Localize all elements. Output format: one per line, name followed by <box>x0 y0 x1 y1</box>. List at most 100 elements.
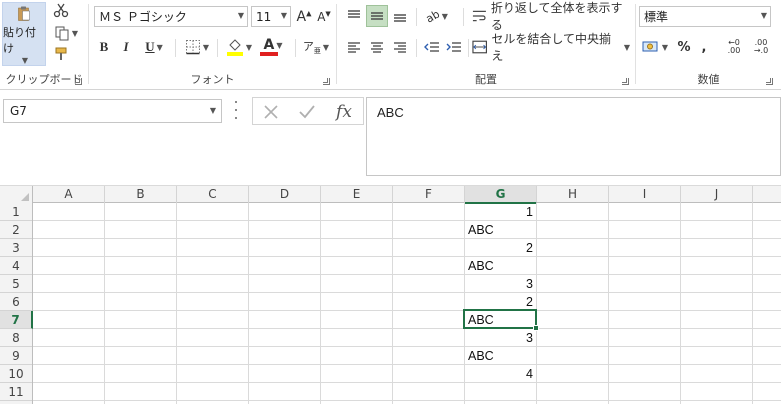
font-name-value: ＭＳ Ｐゴシック <box>99 10 187 24</box>
increase-decimal-button[interactable]: ←0 .00 <box>722 36 746 58</box>
middle-align-button[interactable] <box>366 5 388 27</box>
cell-g4[interactable]: ABC <box>465 257 536 275</box>
row-header-6[interactable]: 6 <box>0 293 32 311</box>
divider <box>295 39 296 57</box>
chevron-down-icon: ▼ <box>276 40 283 50</box>
cell-g9[interactable]: ABC <box>465 347 536 365</box>
check-icon <box>299 105 315 119</box>
phonetic-button[interactable]: ア亜 ▼ <box>301 36 331 58</box>
bold-button[interactable]: B <box>94 36 114 58</box>
row-header-11[interactable]: 11 <box>0 383 32 401</box>
gridline-vertical <box>104 203 105 404</box>
font-color-button[interactable]: A ▼ <box>257 36 289 58</box>
formula-bar-grip[interactable] <box>234 101 238 119</box>
alignment-launcher-icon[interactable] <box>622 78 629 85</box>
row-header-1[interactable]: 1 <box>0 203 32 221</box>
clipboard-icon <box>18 6 30 21</box>
increase-font-size-button[interactable]: A▲ <box>295 6 313 27</box>
row-header-3[interactable]: 3 <box>0 239 32 257</box>
wrap-text-label: 折り返して全体を表示する <box>490 1 623 32</box>
font-name-select[interactable]: ＭＳ Ｐゴシック ▼ <box>94 6 248 27</box>
fill-handle[interactable] <box>533 325 539 331</box>
number-launcher-icon[interactable] <box>766 78 773 85</box>
underline-button[interactable]: U ▼ <box>139 36 169 58</box>
column-header-g[interactable]: G <box>465 186 537 204</box>
column-header-f[interactable]: F <box>393 186 465 203</box>
row-header-2[interactable]: 2 <box>0 221 32 239</box>
underline-label: U <box>145 39 155 54</box>
row-header-8[interactable]: 8 <box>0 329 32 347</box>
column-header-i[interactable]: I <box>609 186 681 203</box>
spreadsheet-grid: ABCDEFGHIJ 1 2 3 4 5 6 7 8 9 10 11 1 ABC 2 ABC 3 2 ABC 3 A… <box>0 185 781 404</box>
cell-g8[interactable]: 3 <box>465 329 536 347</box>
row-header-4[interactable]: 4 <box>0 257 32 275</box>
formula-input[interactable]: ABC <box>366 97 781 176</box>
cell-g2[interactable]: ABC <box>465 221 536 239</box>
chevron-down-icon: ▼ <box>760 11 767 20</box>
divider <box>463 8 464 26</box>
merge-center-button[interactable]: セルを結合して中央揃え ▼ <box>472 32 630 63</box>
merge-center-label: セルを結合して中央揃え <box>491 32 612 63</box>
column-header-h[interactable]: H <box>537 186 609 203</box>
column-header-b[interactable]: B <box>105 186 177 203</box>
number-format-select[interactable]: 標準 ▼ <box>639 6 771 27</box>
clipboard-launcher-icon[interactable] <box>75 78 82 85</box>
fill-color-button[interactable]: ▼ <box>223 36 255 58</box>
cell-g1[interactable]: 1 <box>465 203 536 221</box>
column-header-a[interactable]: A <box>33 186 105 203</box>
indent-icon <box>446 42 461 52</box>
number-group-label: 数値 <box>697 73 720 86</box>
bottom-align-button[interactable] <box>389 5 411 27</box>
align-right-button[interactable] <box>389 36 411 58</box>
increase-indent-button[interactable] <box>443 36 465 58</box>
align-left-button[interactable] <box>343 36 365 58</box>
decrease-indent-button[interactable] <box>421 36 443 58</box>
cell-g3[interactable]: 2 <box>465 239 536 257</box>
row-header-10[interactable]: 10 <box>0 365 32 383</box>
gridline-vertical <box>608 203 609 404</box>
name-box[interactable]: G7 ▼ <box>3 99 222 123</box>
cell-g5[interactable]: 3 <box>465 275 536 293</box>
borders-button[interactable]: ▼ <box>181 36 213 58</box>
select-all-button[interactable] <box>0 186 33 204</box>
cell-area[interactable]: 1 ABC 2 ABC 3 2 ABC 3 ABC 4 <box>33 203 781 404</box>
copy-button[interactable]: ▼ <box>50 23 82 43</box>
format-painter-button[interactable] <box>50 44 72 64</box>
chevron-down-icon: ▼ <box>441 11 448 21</box>
column-header-d[interactable]: D <box>249 186 321 203</box>
cell-g10[interactable]: 4 <box>465 365 536 383</box>
cut-button[interactable] <box>50 0 72 20</box>
paste-button[interactable]: 貼り付け ▼ <box>2 2 46 66</box>
gridline-vertical <box>248 203 249 404</box>
column-header-e[interactable]: E <box>321 186 393 203</box>
decrease-decimal-button[interactable]: .00 →.0 <box>748 36 774 58</box>
column-header-j[interactable]: J <box>681 186 753 203</box>
function-icon: fx <box>336 102 352 122</box>
enter-button[interactable] <box>295 101 319 123</box>
decrease-font-size-button[interactable]: A▼ <box>315 6 333 27</box>
align-center-button[interactable] <box>366 36 388 58</box>
font-launcher-icon[interactable] <box>323 78 330 85</box>
paste-label: 貼り付け <box>3 26 36 55</box>
orientation-button[interactable]: ab ▼ <box>421 5 453 27</box>
percent-button[interactable]: % <box>674 36 694 58</box>
chevron-down-icon: ▼ <box>209 106 216 115</box>
row-header-7[interactable]: 7 <box>0 311 33 329</box>
chevron-down-icon: ▼ <box>156 42 163 52</box>
column-header-c[interactable]: C <box>177 186 249 203</box>
insert-function-button[interactable]: fx <box>331 101 357 123</box>
outdent-icon <box>424 42 439 52</box>
top-align-button[interactable] <box>343 5 365 27</box>
row-header-9[interactable]: 9 <box>0 347 32 365</box>
active-cell-border <box>463 309 537 329</box>
accounting-format-button[interactable]: ▼ <box>639 36 671 58</box>
font-size-select[interactable]: 11 ▼ <box>251 6 291 27</box>
row-header-5[interactable]: 5 <box>0 275 32 293</box>
italic-button[interactable]: I <box>116 36 136 58</box>
cancel-button[interactable] <box>259 101 283 123</box>
number-format-value: 標準 <box>644 10 669 24</box>
divider <box>416 39 417 57</box>
wrap-text-button[interactable]: 折り返して全体を表示する <box>472 1 624 32</box>
gridline-horizontal <box>33 220 781 221</box>
comma-button[interactable]: , <box>696 36 712 58</box>
